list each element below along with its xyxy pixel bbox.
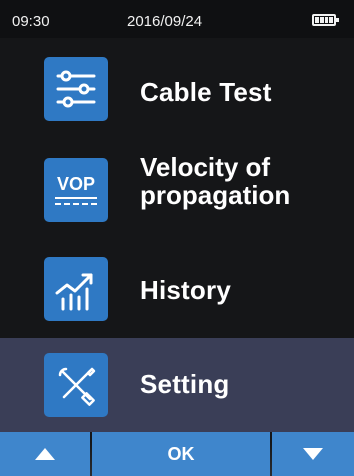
menu-label-velocity-line2: propagation — [140, 180, 291, 210]
menu-label-history: History — [140, 275, 231, 305]
menu-item-velocity-of-propagation[interactable]: VOP Velocity of propagation — [0, 143, 354, 237]
menu-label-velocity-line1: Velocity of — [140, 152, 271, 182]
menu-item-setting[interactable]: Setting — [0, 338, 354, 432]
status-bar: 09:30 2016/09/24 — [0, 0, 354, 38]
menu-item-cable-test[interactable]: Cable Test — [0, 42, 354, 136]
menu-label-setting: Setting — [140, 369, 230, 399]
sliders-icon — [44, 57, 108, 121]
device-screen: 09:30 2016/09/24 Cable Test VOP Velocity… — [0, 0, 354, 476]
down-button[interactable] — [272, 432, 354, 476]
vop-icon: VOP — [44, 158, 108, 222]
bottom-nav: OK — [0, 432, 354, 476]
battery-full-icon — [312, 14, 339, 26]
up-button[interactable] — [0, 432, 90, 476]
vop-icon-text: VOP — [57, 174, 95, 194]
growth-chart-icon — [44, 257, 108, 321]
menu-label-velocity: Velocity of propagation — [140, 153, 290, 209]
menu-item-history[interactable]: History — [0, 242, 354, 336]
clock-time: 09:30 — [12, 13, 50, 30]
triangle-up-icon — [35, 448, 55, 460]
ok-button[interactable]: OK — [92, 432, 270, 476]
current-date: 2016/09/24 — [127, 13, 203, 30]
triangle-down-icon — [303, 448, 323, 460]
tools-icon — [44, 353, 108, 417]
menu-label-cable-test: Cable Test — [140, 77, 272, 107]
